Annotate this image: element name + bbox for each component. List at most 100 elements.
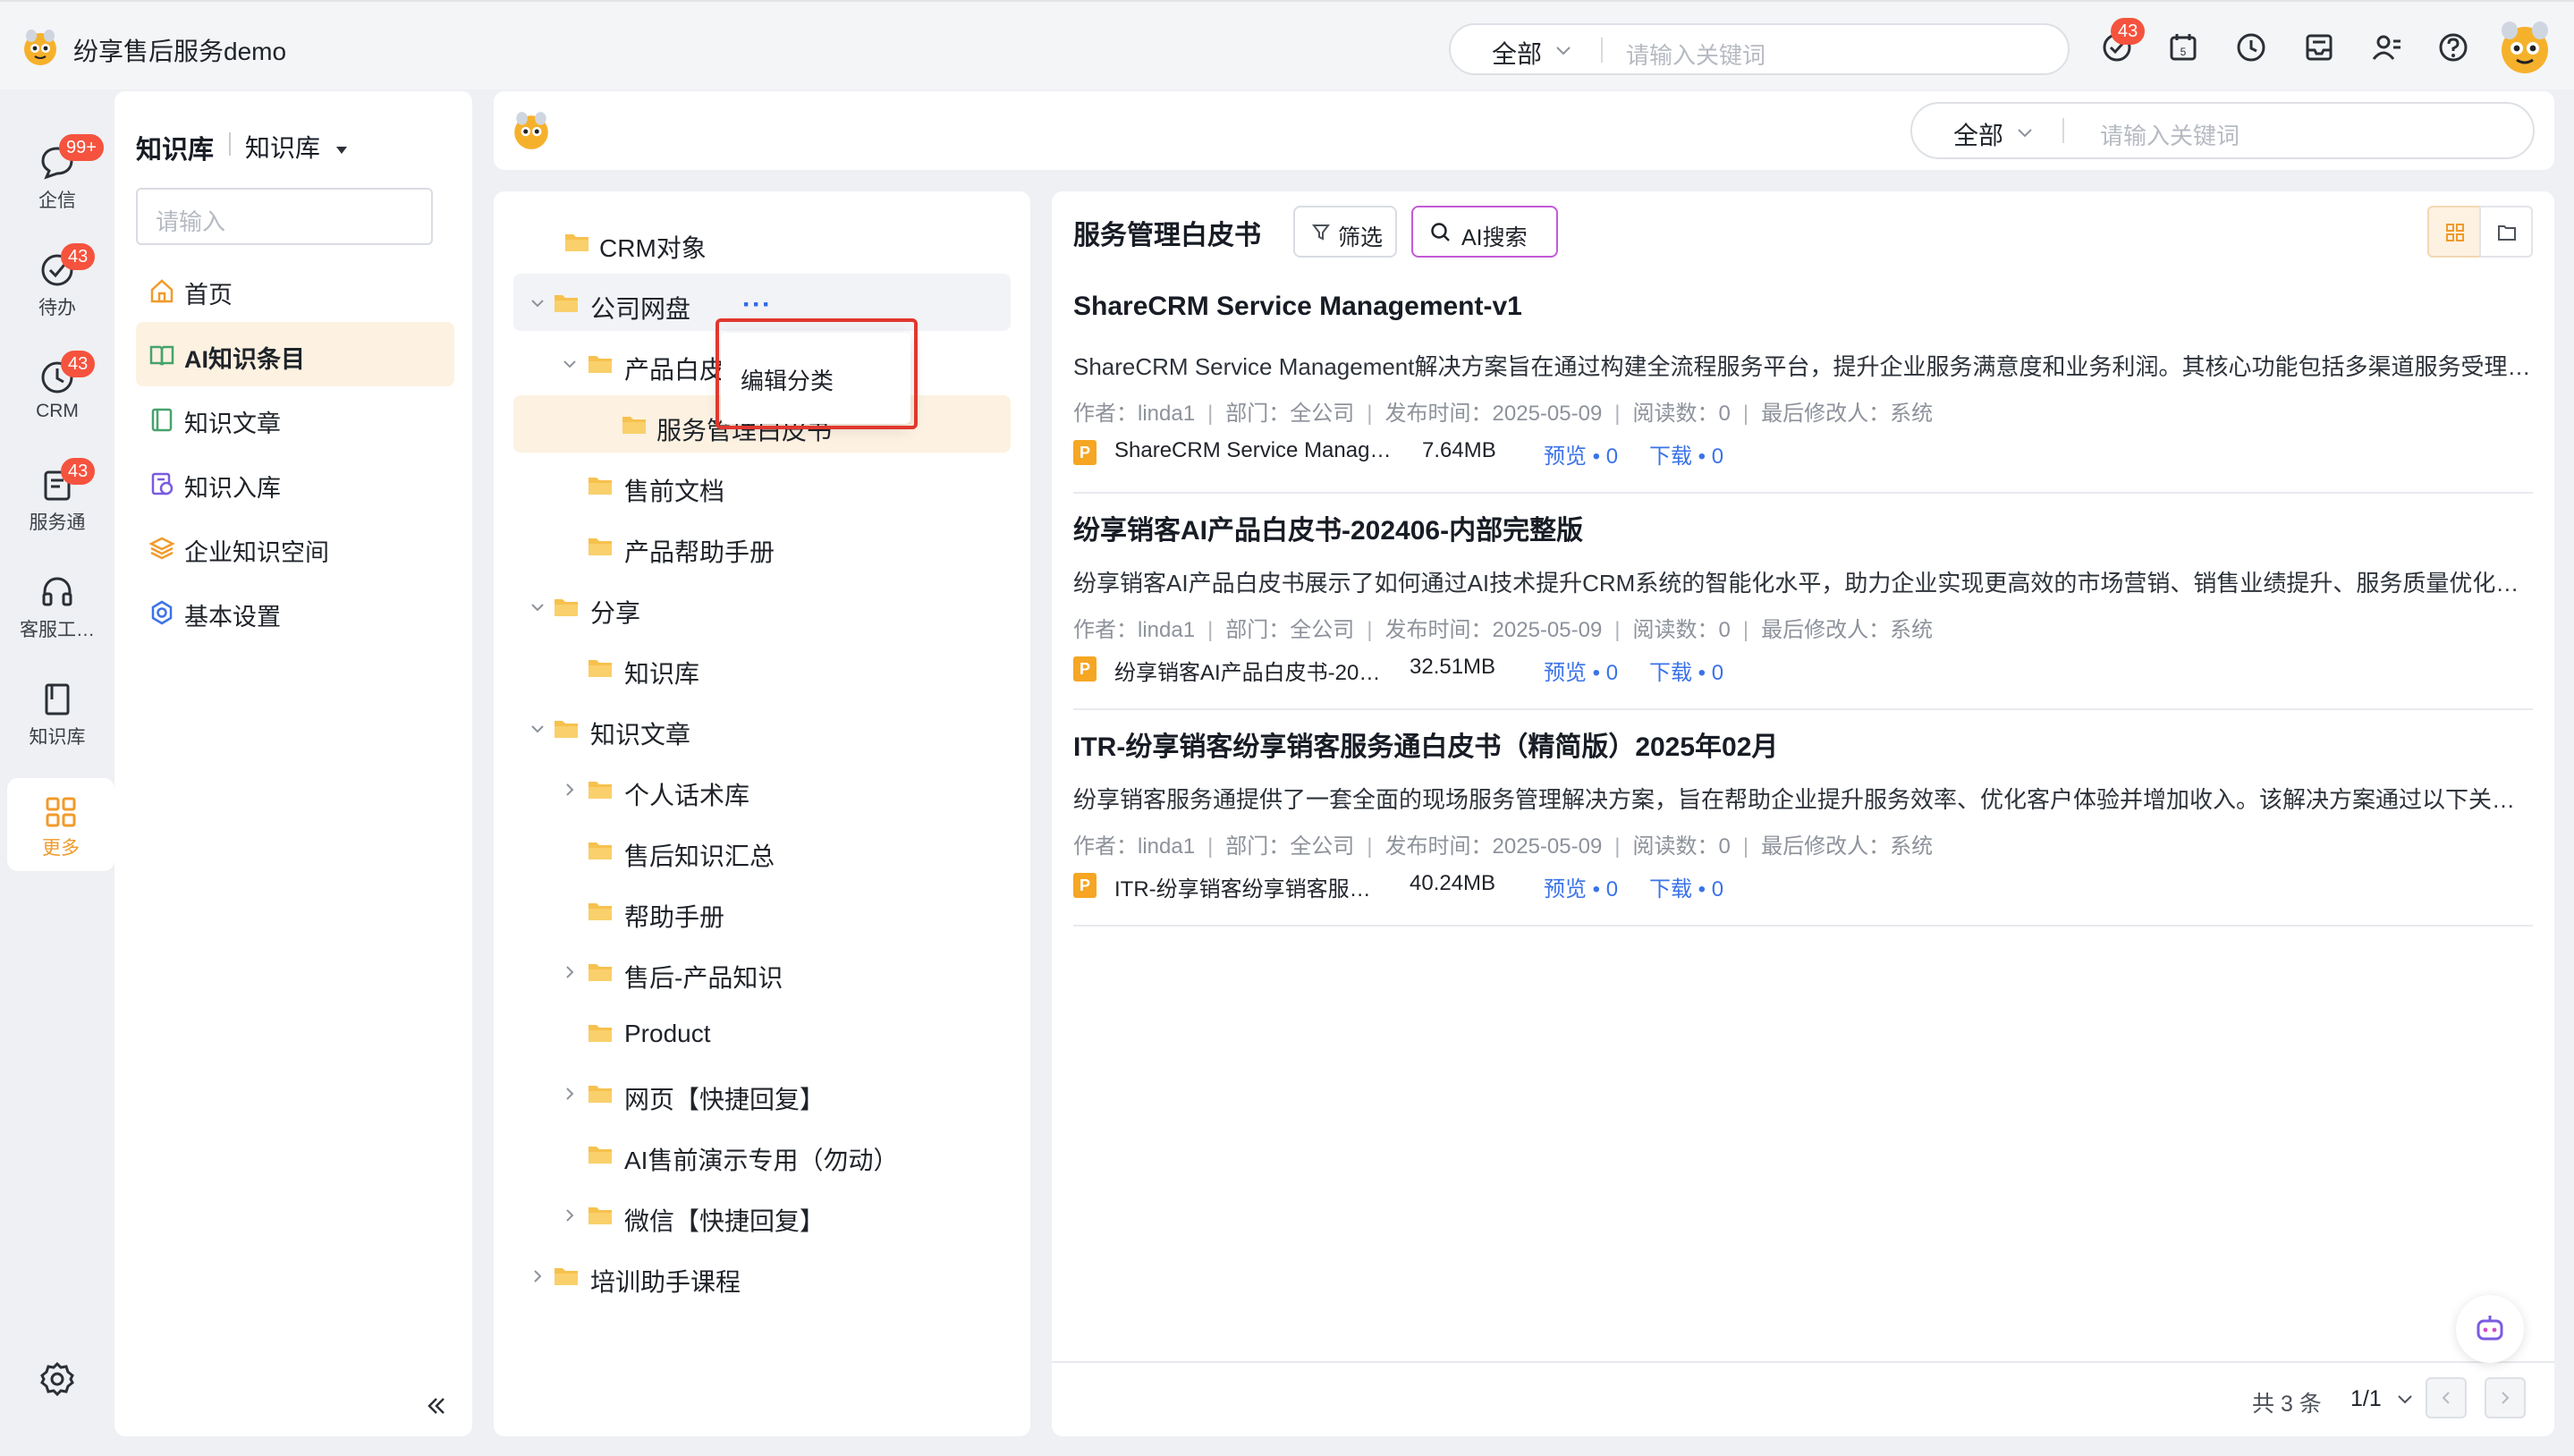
search-input[interactable]: 请输入关键词 [1626, 38, 1765, 71]
article-author: 作者：linda1 [1073, 618, 1196, 642]
sidebar-item-ai-entries[interactable]: AI知识条目 [136, 322, 454, 386]
attachment-size: 40.24MB [1410, 871, 1496, 895]
tree-node[interactable]: 售后-产品知识 [513, 943, 1011, 1000]
sidebar-item-articles[interactable]: 知识文章 [136, 386, 454, 451]
article-summary: 纷享销客服务通提供了一套全面的现场服务管理解决方案，旨在帮助企业提升服务效率、优… [1073, 786, 2516, 813]
chevron-down-icon[interactable] [529, 599, 546, 615]
attachment-name[interactable]: 纷享销客AI产品白皮书-202… [1114, 655, 1392, 686]
search-scope-select[interactable]: 全部 [1492, 35, 1542, 71]
tree-node[interactable]: CRM对象 [513, 213, 1011, 270]
global-search[interactable]: 全部 请输入关键词 [1449, 23, 2070, 75]
chevron-down-icon[interactable] [529, 295, 546, 311]
attachment-name[interactable]: ITR-纷享销客纷享销客服务… [1114, 871, 1392, 902]
clock-icon[interactable] [2234, 30, 2268, 64]
chevron-right-icon[interactable] [562, 1207, 578, 1223]
calendar-icon[interactable]: 5 [2166, 30, 2200, 64]
preview-link[interactable]: 预览 • 0 [1544, 438, 1618, 470]
sidebar-item-settings[interactable]: 基本设置 [136, 580, 454, 644]
next-page-button[interactable] [2485, 1377, 2526, 1418]
tree-node[interactable]: 培训助手课程 [513, 1247, 1011, 1304]
article-item[interactable]: ShareCRM Service Management-v1 ShareCRM … [1073, 277, 2533, 494]
prev-page-button[interactable] [2426, 1377, 2467, 1418]
article-title[interactable]: ShareCRM Service Management-v1 [1073, 292, 1522, 322]
notification-badge: 43 [2111, 18, 2146, 45]
sidebar-item-label: 知识文章 [184, 411, 281, 437]
folder-view-toggle[interactable] [2479, 206, 2533, 258]
user-avatar[interactable] [2495, 18, 2554, 77]
article-title[interactable]: ITR-纷享销客纷享销客服务通白皮书（精简版）2025年02月 [1073, 724, 1778, 764]
task-check-icon[interactable]: 43 [2100, 18, 2146, 64]
search-input[interactable]: 请输入关键词 [2100, 118, 2240, 151]
knowledge-base-switcher[interactable]: 知识库 [245, 129, 349, 165]
filter-funnel-icon [1312, 224, 1330, 241]
chevron-right-icon[interactable] [529, 1268, 546, 1284]
rail-item-chat[interactable]: 企信 99+ [0, 134, 114, 213]
download-link[interactable]: 下载 • 0 [1649, 655, 1723, 686]
tree-node[interactable]: 帮助手册 [513, 882, 1011, 939]
knowledge-search[interactable]: 全部 请输入关键词 [1910, 102, 2535, 159]
inbox-icon[interactable] [2302, 30, 2336, 64]
article-item[interactable]: 纷享销客AI产品白皮书-202406-内部完整版 纷享销客AI产品白皮书展示了如… [1073, 494, 2533, 710]
rail-item-customer-service[interactable]: 客服工… [0, 572, 114, 642]
robot-icon [2477, 1316, 2503, 1341]
collapse-sidebar-icon[interactable] [419, 1388, 454, 1424]
tree-node[interactable]: 个人话术库 [513, 760, 1011, 817]
sidebar-search-input[interactable]: 请输入 [136, 188, 433, 245]
tree-node[interactable]: 售前文档 [513, 456, 1011, 513]
article-published: 发布时间：2025-05-09 [1384, 834, 1603, 859]
article-title[interactable]: 纷享销客AI产品白皮书-202406-内部完整版 [1073, 508, 1583, 547]
grid-view-icon [2446, 224, 2464, 241]
divider [1601, 38, 1603, 63]
contacts-icon[interactable] [2370, 30, 2404, 64]
rail-item-crm[interactable]: CRM 43 [0, 351, 114, 422]
chevron-down-icon[interactable] [562, 356, 578, 372]
tree-node[interactable]: 知识库 [513, 639, 1011, 696]
tree-node[interactable]: Product [513, 1003, 1011, 1061]
settings-gear-icon[interactable] [38, 1359, 77, 1399]
sidebar-item-ingest[interactable]: 知识入库 [136, 451, 454, 515]
app-logo-icon [20, 27, 61, 68]
tree-node[interactable]: 售后知识汇总 [513, 821, 1011, 878]
ai-assistant-button[interactable] [2456, 1295, 2524, 1363]
tree-node-label: 产品帮助手册 [624, 538, 775, 566]
tree-node[interactable]: 知识文章 [513, 699, 1011, 757]
ai-search-button[interactable]: AI搜索 [1411, 206, 1558, 258]
folder-icon [621, 413, 648, 436]
rail-item-knowledge[interactable]: 知识库 [0, 680, 114, 749]
document-list-panel: 服务管理白皮书 筛选 AI搜索 ShareCRM Service Managem… [1052, 191, 2554, 1436]
sidebar-item-space[interactable]: 企业知识空间 [136, 515, 454, 580]
article-author: 作者：linda1 [1073, 834, 1196, 859]
download-link[interactable]: 下载 • 0 [1649, 871, 1723, 902]
rail-item-todo[interactable]: 待办 43 [0, 243, 114, 320]
filter-button[interactable]: 筛选 [1293, 206, 1397, 258]
preview-link[interactable]: 预览 • 0 [1544, 655, 1618, 686]
chevron-down-icon[interactable] [529, 721, 546, 737]
grid-view-toggle[interactable] [2427, 206, 2481, 258]
tree-node[interactable]: 产品帮助手册 [513, 517, 1011, 574]
help-icon[interactable] [2436, 30, 2470, 64]
tree-node[interactable]: 微信【快捷回复】 [513, 1186, 1011, 1243]
rail-item-more[interactable]: 更多 [7, 778, 114, 871]
attachment-name[interactable]: ShareCRM Service Manag… [1114, 438, 1401, 463]
tree-node[interactable]: AI售前演示专用（勿动） [513, 1125, 1011, 1182]
search-placeholder: 请输入 [156, 208, 226, 235]
chevron-right-icon[interactable] [562, 1086, 578, 1102]
tree-node[interactable]: 分享 [513, 578, 1011, 635]
sidebar-item-home[interactable]: 首页 [136, 258, 454, 322]
tree-node[interactable]: 网页【快捷回复】 [513, 1064, 1011, 1122]
rail-label: CRM [36, 401, 79, 421]
chevron-right-icon[interactable] [562, 964, 578, 980]
download-link[interactable]: 下载 • 0 [1649, 438, 1723, 470]
more-options-icon[interactable]: ··· [742, 290, 772, 320]
article-meta: 作者：linda1 | 部门：全公司 | 发布时间：2025-05-09 | 阅读数：0 | 最… [1073, 834, 1934, 859]
article-item[interactable]: ITR-纷享销客纷享销客服务通白皮书（精简版）2025年02月 纷享销客服务通提… [1073, 710, 2533, 927]
home-icon [148, 277, 175, 304]
article-published: 发布时间：2025-05-09 [1384, 618, 1603, 642]
rail-item-service[interactable]: 服务通 43 [0, 458, 114, 535]
search-scope-select[interactable]: 全部 [1953, 116, 2003, 152]
page-select[interactable]: 1/1 [2350, 1386, 2413, 1412]
attachment-size: 32.51MB [1410, 655, 1496, 679]
ppt-file-icon: P [1073, 440, 1096, 465]
preview-link[interactable]: 预览 • 0 [1544, 871, 1618, 902]
chevron-right-icon[interactable] [562, 782, 578, 798]
